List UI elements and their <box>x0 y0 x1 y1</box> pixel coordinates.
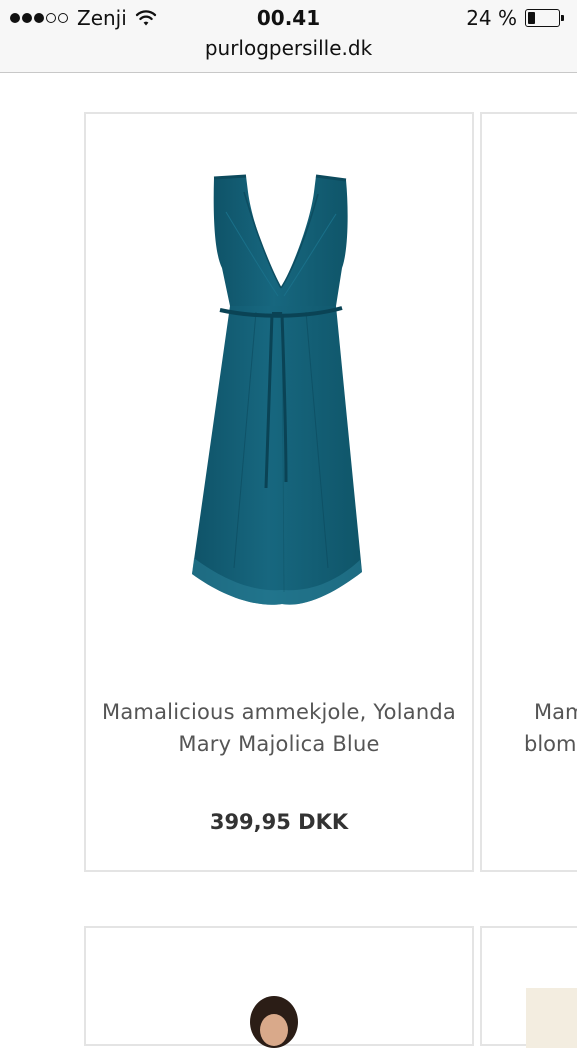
status-right: 24 % <box>466 6 565 30</box>
product-image-teal-dress[interactable] <box>186 172 376 612</box>
product-price: 399,95 DKK <box>209 810 349 834</box>
browser-top-bar: Zenji 00.41 24 % purlogpersille.dk <box>0 0 577 73</box>
product-name-line[interactable]: Mam <box>534 696 577 728</box>
battery-percentage: 24 % <box>466 6 517 30</box>
product-image[interactable] <box>526 988 577 1048</box>
address-bar[interactable]: purlogpersille.dk <box>0 36 577 60</box>
battery-icon <box>525 9 565 27</box>
product-card[interactable]: Mam blom <box>480 112 577 872</box>
product-name[interactable]: Mamalicious ammekjole, Yolanda Mary Majo… <box>86 696 472 760</box>
product-card[interactable] <box>84 926 474 1048</box>
product-name-line[interactable]: Mary Majolica Blue <box>86 728 472 760</box>
product-card[interactable] <box>480 926 577 1048</box>
product-name-line[interactable]: Mamalicious ammekjole, Yolanda <box>86 696 472 728</box>
product-card[interactable]: Mamalicious ammekjole, Yolanda Mary Majo… <box>84 112 474 872</box>
product-name-line[interactable]: blom <box>524 728 577 760</box>
product-name[interactable]: Mam blom <box>524 696 577 760</box>
product-image-model[interactable] <box>244 992 304 1052</box>
